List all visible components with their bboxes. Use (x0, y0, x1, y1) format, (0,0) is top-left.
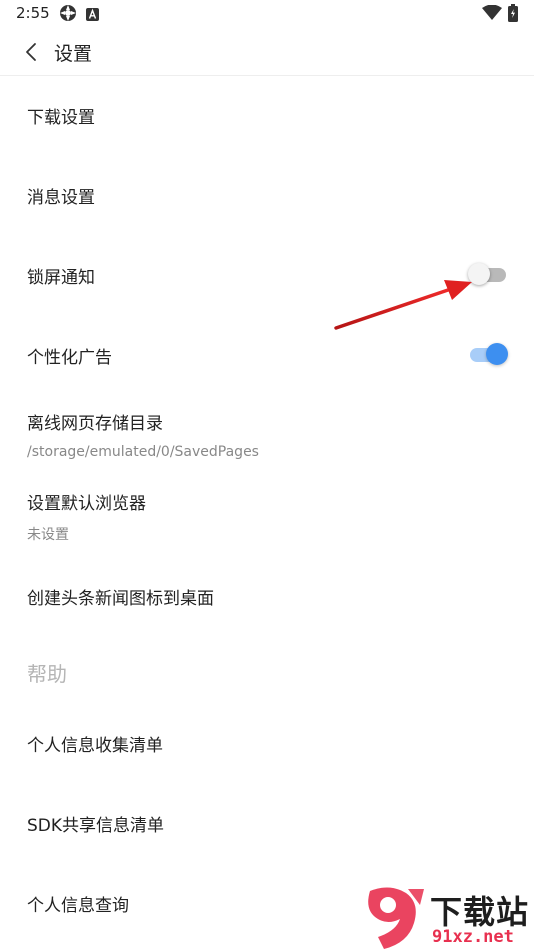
message-settings-row[interactable]: 消息设置 (0, 158, 534, 236)
sdk-sharing-list-label: SDK共享信息清单 (27, 816, 165, 836)
status-time: 2:55 (16, 4, 50, 22)
personal-info-list-row[interactable]: 个人信息收集清单 (0, 706, 534, 784)
help-section-title: 帮助 (27, 662, 67, 686)
watermark: 下载站 91xz.net (360, 885, 534, 950)
watermark-logo-icon (368, 887, 424, 949)
toggle-thumb (486, 343, 508, 365)
page-title: 设置 (54, 43, 93, 65)
personal-ads-label: 个性化广告 (27, 348, 112, 368)
lock-screen-notify-label: 锁屏通知 (27, 268, 95, 288)
offline-dir-path: /storage/emulated/0/SavedPages (27, 444, 259, 460)
personal-info-query-label: 个人信息查询 (27, 896, 129, 916)
download-settings-label: 下载设置 (27, 108, 95, 128)
chevron-left-icon (26, 43, 36, 61)
annotation-arrow-icon (334, 280, 472, 330)
personal-ads-toggle[interactable] (468, 342, 508, 366)
battery-icon (508, 4, 518, 26)
create-shortcut-label: 创建头条新闻图标到桌面 (27, 589, 214, 609)
watermark-url: 91xz.net (432, 927, 514, 947)
photos-icon (59, 4, 77, 26)
download-settings-row[interactable]: 下载设置 (0, 78, 534, 156)
personal-info-list-label: 个人信息收集清单 (27, 736, 163, 756)
default-browser-label: 设置默认浏览器 (27, 494, 146, 514)
offline-dir-label: 离线网页存储目录 (27, 414, 163, 434)
wifi-icon (482, 4, 502, 25)
create-shortcut-row[interactable]: 创建头条新闻图标到桌面 (0, 558, 534, 636)
back-button[interactable] (16, 36, 46, 68)
sdk-sharing-list-row[interactable]: SDK共享信息清单 (0, 786, 534, 864)
default-browser-row[interactable]: 设置默认浏览器 未设置 (0, 478, 534, 558)
app-bar: 设置 (0, 28, 534, 76)
offline-dir-row[interactable]: 离线网页存储目录 /storage/emulated/0/SavedPages (0, 398, 534, 478)
message-settings-label: 消息设置 (27, 188, 95, 208)
default-browser-value: 未设置 (27, 527, 69, 543)
a-icon (86, 6, 99, 25)
status-bar: 2:55 (0, 0, 534, 28)
